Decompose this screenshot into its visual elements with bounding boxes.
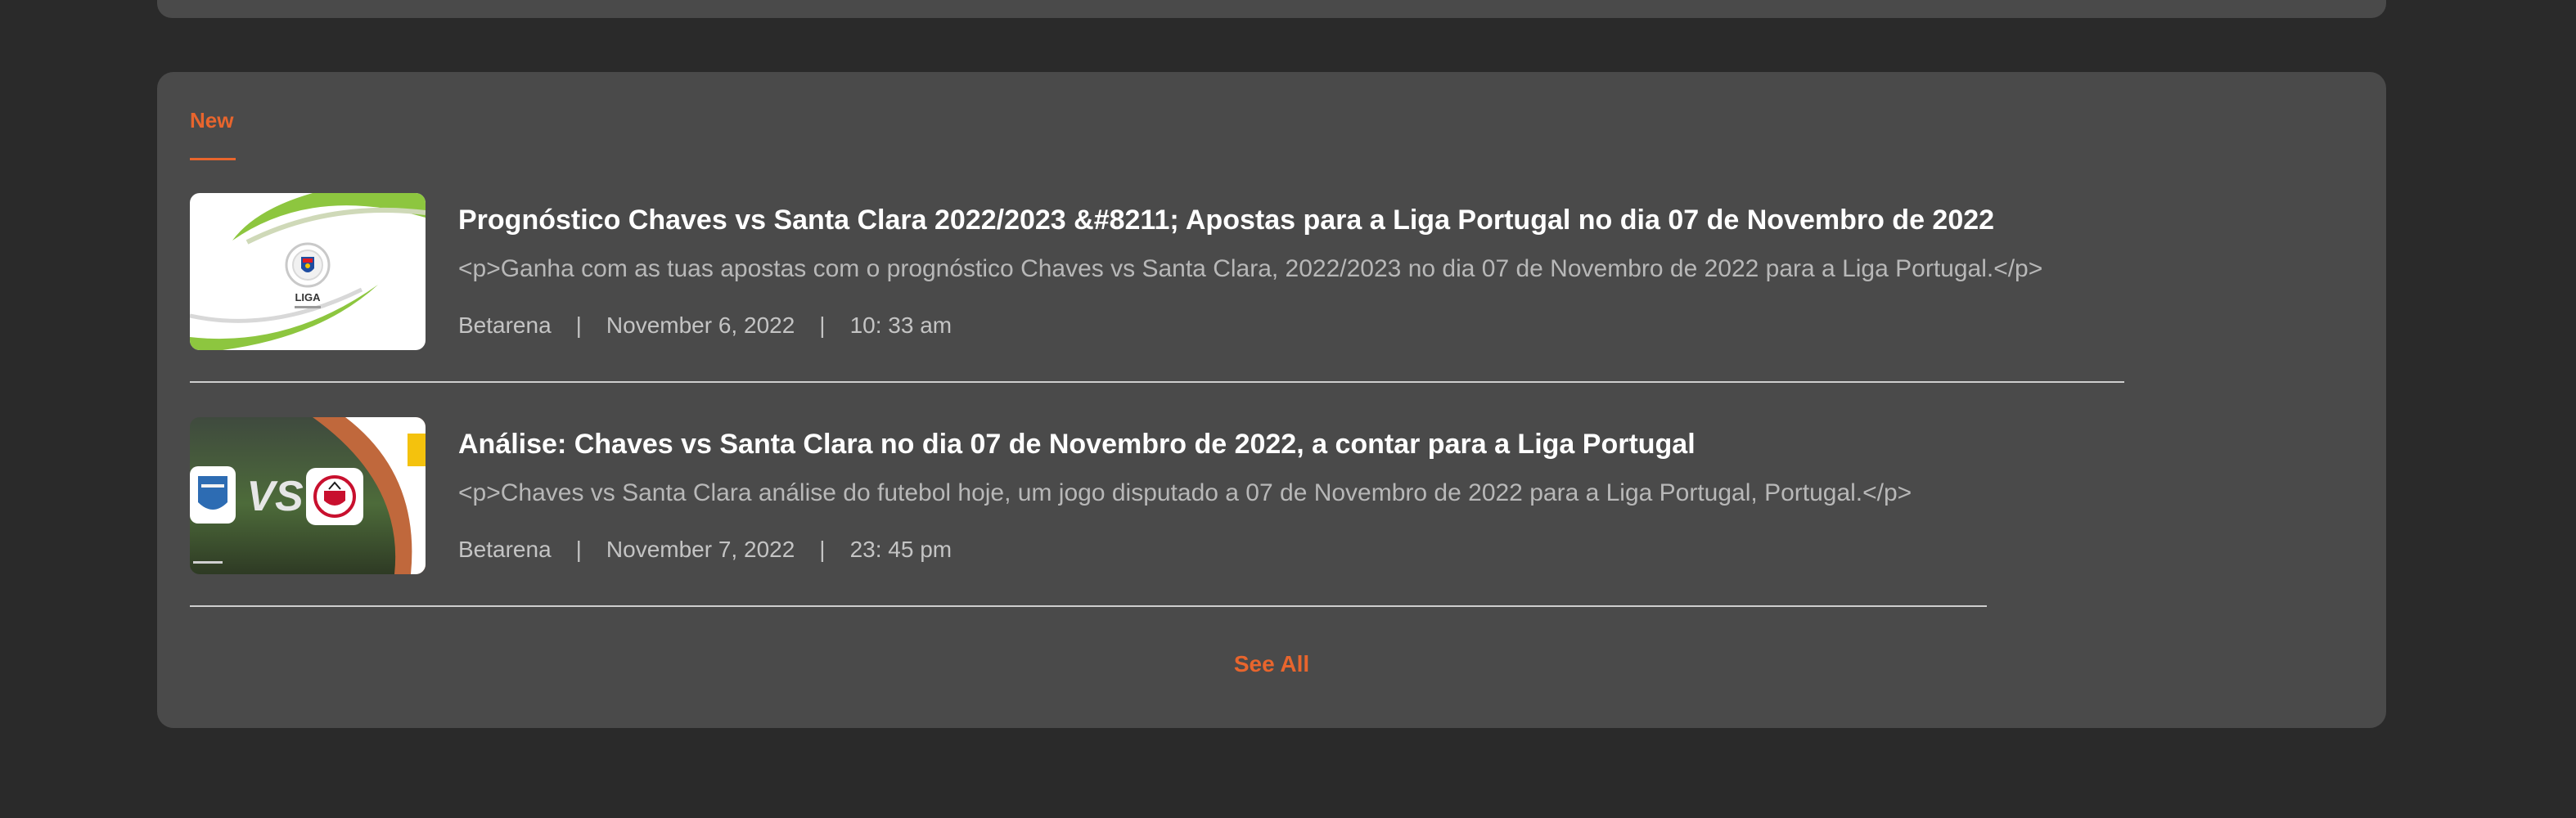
vs-text: VS: [246, 473, 304, 520]
meta-separator: |: [819, 537, 826, 562]
article-time: 10: 33 am: [849, 312, 952, 338]
article-thumbnail[interactable]: VS: [190, 417, 426, 574]
article-title[interactable]: Análise: Chaves vs Santa Clara no dia 07…: [458, 429, 1696, 461]
liga-logo-text: LIGA: [295, 291, 321, 303]
article-author: Betarena: [458, 312, 552, 338]
article-meta: Betarena | November 6, 2022 | 10: 33 am: [458, 312, 952, 339]
article-thumbnail[interactable]: LIGA: [190, 193, 426, 350]
article-date: November 7, 2022: [606, 537, 795, 562]
item-divider: [190, 381, 2124, 383]
article-time: 23: 45 pm: [849, 537, 952, 562]
tab-new-underline: [190, 158, 236, 160]
previous-card: [157, 0, 2386, 18]
tab-new[interactable]: New: [190, 108, 233, 133]
meta-separator: |: [575, 312, 582, 338]
see-all-link[interactable]: See All: [1195, 651, 1349, 677]
article-author: Betarena: [458, 537, 552, 562]
meta-separator: |: [819, 312, 826, 338]
article-date: November 6, 2022: [606, 312, 795, 338]
article-title[interactable]: Prognóstico Chaves vs Santa Clara 2022/2…: [458, 204, 1994, 236]
article-description: <p>Ganha com as tuas apostas com o progn…: [458, 255, 2043, 282]
article-description: <p>Chaves vs Santa Clara análise do fute…: [458, 479, 1912, 506]
article-meta: Betarena | November 7, 2022 | 23: 45 pm: [458, 537, 952, 563]
news-card: [157, 72, 2386, 728]
meta-separator: |: [575, 537, 582, 562]
item-divider: [190, 605, 1987, 607]
